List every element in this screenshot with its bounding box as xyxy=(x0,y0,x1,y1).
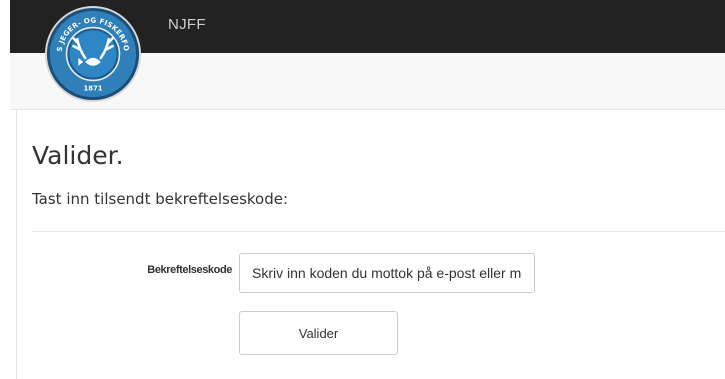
logo-year: 1871 xyxy=(83,84,102,92)
njff-logo-icon[interactable]: NORGES JEGER- OG FISKERFORBUND 1871 xyxy=(44,5,142,103)
page-title: Valider. xyxy=(32,141,124,170)
section-divider xyxy=(32,231,725,232)
page-subtitle: Tast inn tilsendt bekreftelseskode: xyxy=(32,190,289,208)
content-border xyxy=(16,110,17,379)
brand-link[interactable]: NJFF xyxy=(168,16,206,33)
code-input[interactable] xyxy=(239,253,535,293)
validate-button[interactable]: Valider xyxy=(239,311,398,355)
code-label: Bekreftelseskode xyxy=(147,264,232,276)
